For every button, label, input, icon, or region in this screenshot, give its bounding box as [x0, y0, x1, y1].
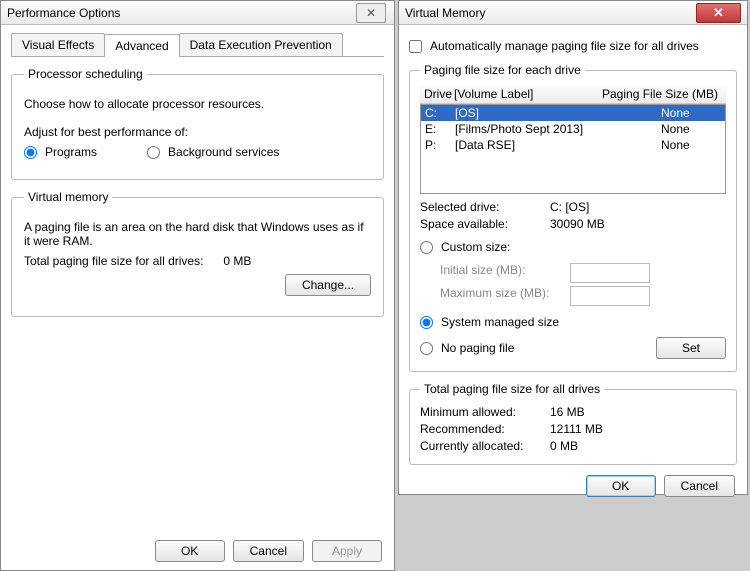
- auto-manage-checkbox[interactable]: Automatically manage paging file size fo…: [409, 39, 737, 53]
- drive-pfs: None: [661, 106, 721, 120]
- tab-visual-effects[interactable]: Visual Effects: [11, 33, 105, 56]
- maximum-size-label: Maximum size (MB):: [440, 286, 570, 306]
- drive-letter: C:: [425, 106, 455, 120]
- drive-pfs: None: [661, 138, 721, 152]
- tab-dep[interactable]: Data Execution Prevention: [179, 33, 343, 56]
- space-available-value: 30090 MB: [550, 217, 605, 231]
- virtual-memory-legend: Virtual memory: [24, 190, 112, 204]
- maximum-size-input: [570, 286, 650, 306]
- ps-adjust: Adjust for best performance of:: [24, 125, 371, 139]
- hdr-drive: Drive: [424, 87, 454, 101]
- ps-intro: Choose how to allocate processor resourc…: [24, 97, 371, 111]
- hdr-vol: [Volume Label]: [454, 87, 602, 101]
- radio-programs-label: Programs: [45, 145, 97, 159]
- rec-label: Recommended:: [420, 422, 550, 436]
- virtual-memory-group: Virtual memory A paging file is an area …: [11, 190, 384, 317]
- vm-total-label: Total paging file size for all drives:: [24, 254, 203, 268]
- selected-drive-value: C: [OS]: [550, 200, 589, 214]
- drive-volume: [Films/Photo Sept 2013]: [455, 122, 661, 136]
- auto-manage-label: Automatically manage paging file size fo…: [430, 39, 699, 53]
- radio-custom-input[interactable]: [420, 241, 433, 254]
- vm-total-value: 0 MB: [223, 254, 251, 268]
- radio-no-paging[interactable]: No paging file: [420, 341, 656, 355]
- apply-button: Apply: [312, 540, 382, 562]
- radio-custom-size[interactable]: Custom size:: [420, 240, 510, 254]
- cur-value: 0 MB: [550, 439, 578, 453]
- drive-letter: E:: [425, 122, 455, 136]
- vm-desc: A paging file is an area on the hard dis…: [24, 220, 371, 248]
- each-drive-legend: Paging file size for each drive: [420, 63, 585, 77]
- min-label: Minimum allowed:: [420, 405, 550, 419]
- drive-letter: P:: [425, 138, 455, 152]
- cancel-button[interactable]: Cancel: [664, 475, 735, 497]
- drive-row[interactable]: C: [OS] None: [421, 105, 725, 121]
- radio-system-label: System managed size: [441, 315, 559, 329]
- rec-value: 12111 MB: [550, 422, 603, 436]
- window-title: Virtual Memory: [405, 6, 485, 20]
- radio-background-label: Background services: [168, 145, 279, 159]
- space-available-label: Space available:: [420, 217, 550, 231]
- drive-pfs: None: [661, 122, 721, 136]
- drive-row[interactable]: P: [Data RSE] None: [421, 137, 725, 153]
- processor-scheduling-group: Processor scheduling Choose how to alloc…: [11, 67, 384, 180]
- radio-no-paging-input[interactable]: [420, 342, 433, 355]
- performance-options-window: Performance Options ✕ Visual Effects Adv…: [0, 0, 395, 571]
- drive-list-header: Drive [Volume Label] Paging File Size (M…: [420, 85, 726, 104]
- titlebar: Performance Options ✕: [1, 1, 394, 25]
- drive-volume: [OS]: [455, 106, 661, 120]
- radio-custom-label: Custom size:: [441, 240, 510, 254]
- min-value: 16 MB: [550, 405, 585, 419]
- change-button[interactable]: Change...: [285, 274, 371, 296]
- close-icon[interactable]: ✕: [356, 3, 386, 23]
- selected-drive-label: Selected drive:: [420, 200, 550, 214]
- drive-list[interactable]: C: [OS] None E: [Films/Photo Sept 2013] …: [420, 104, 726, 194]
- initial-size-label: Initial size (MB):: [440, 263, 570, 283]
- radio-system-managed[interactable]: System managed size: [420, 315, 559, 329]
- radio-no-paging-label: No paging file: [441, 341, 514, 355]
- radio-programs-input[interactable]: [24, 146, 37, 159]
- set-button[interactable]: Set: [656, 337, 726, 359]
- radio-background-input[interactable]: [147, 146, 160, 159]
- window-title: Performance Options: [7, 6, 120, 20]
- radio-system-input[interactable]: [420, 316, 433, 329]
- total-legend: Total paging file size for all drives: [420, 382, 604, 396]
- processor-scheduling-legend: Processor scheduling: [24, 67, 147, 81]
- titlebar: Virtual Memory ✕: [399, 1, 747, 25]
- drive-volume: [Data RSE]: [455, 138, 661, 152]
- tabs: Visual Effects Advanced Data Execution P…: [11, 33, 384, 57]
- drive-row[interactable]: E: [Films/Photo Sept 2013] None: [421, 121, 725, 137]
- cancel-button[interactable]: Cancel: [233, 540, 304, 562]
- radio-programs[interactable]: Programs: [24, 145, 97, 159]
- radio-background[interactable]: Background services: [147, 145, 279, 159]
- total-group: Total paging file size for all drives Mi…: [409, 382, 737, 465]
- each-drive-group: Paging file size for each drive Drive [V…: [409, 63, 737, 372]
- close-icon[interactable]: ✕: [696, 3, 741, 23]
- auto-manage-input[interactable]: [409, 40, 422, 53]
- virtual-memory-window: Virtual Memory ✕ Automatically manage pa…: [398, 0, 748, 495]
- cur-label: Currently allocated:: [420, 439, 550, 453]
- ok-button[interactable]: OK: [586, 475, 656, 497]
- initial-size-input: [570, 263, 650, 283]
- hdr-pfs: Paging File Size (MB): [602, 87, 722, 101]
- ok-button[interactable]: OK: [155, 540, 225, 562]
- tab-advanced[interactable]: Advanced: [104, 34, 179, 57]
